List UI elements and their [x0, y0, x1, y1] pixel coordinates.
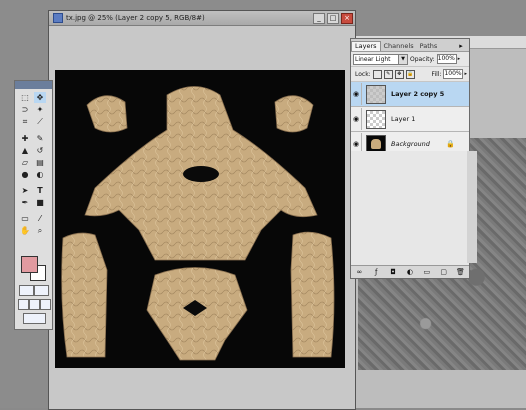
- screen-mode-full-menu-button[interactable]: [29, 299, 40, 310]
- path-select-icon[interactable]: ➤: [19, 185, 31, 196]
- fill-field[interactable]: 100%: [443, 69, 464, 79]
- eyedropper-icon[interactable]: ⁄: [34, 213, 46, 224]
- maximize-button[interactable]: □: [327, 12, 339, 24]
- right-leg-piece: [290, 231, 335, 358]
- type-icon[interactable]: T: [34, 185, 46, 196]
- opacity-field[interactable]: 100%: [436, 54, 457, 64]
- layer-thumbnail: [366, 109, 386, 129]
- document-titlebar[interactable]: tx.jpg @ 25% (Layer 2 copy 5, RGB/8#) _ …: [49, 11, 355, 26]
- screen-mode-full-button[interactable]: [40, 299, 51, 310]
- left-leg-piece: [61, 232, 108, 358]
- close-button[interactable]: ×: [341, 12, 353, 24]
- link-layers-icon[interactable]: ∞: [355, 268, 364, 276]
- trash-icon[interactable]: 🗑: [456, 268, 465, 276]
- layers-list-empty-area[interactable]: [351, 151, 477, 263]
- lock-position-icon[interactable]: ✥: [394, 69, 404, 79]
- healing-icon[interactable]: ✚: [19, 133, 31, 144]
- eye-icon[interactable]: ◉: [351, 83, 362, 105]
- layers-panel-footer: ∞ ƒ ◘ ◐ ▭ ▢ 🗑: [351, 265, 469, 278]
- eraser-icon[interactable]: ▱: [19, 157, 31, 168]
- adjustment-layer-icon[interactable]: ◐: [405, 268, 414, 276]
- eye-icon[interactable]: ◉: [351, 108, 362, 130]
- layer-row[interactable]: ◉ Layer 2 copy 5: [351, 82, 469, 107]
- stamp-icon[interactable]: ▲: [19, 145, 31, 156]
- new-group-icon[interactable]: ▭: [422, 268, 431, 276]
- notes-icon[interactable]: ▭: [19, 213, 31, 224]
- opacity-slider-icon[interactable]: ▸: [458, 56, 461, 62]
- panel-menu-icon[interactable]: ▸: [456, 42, 466, 51]
- right-ear-piece: [274, 95, 314, 133]
- dodge-icon[interactable]: ◐: [34, 169, 46, 180]
- lock-all-icon[interactable]: 🔒: [405, 69, 415, 79]
- layer-mask-icon[interactable]: ◘: [389, 268, 398, 276]
- layer-name: Background: [391, 140, 430, 148]
- magic-wand-icon[interactable]: ✦: [34, 104, 46, 115]
- panel-tab-bar: Layers Channels Paths ▸: [351, 39, 469, 52]
- tab-layers[interactable]: Layers: [351, 41, 381, 51]
- slice-icon[interactable]: ⟋: [34, 116, 46, 127]
- tools-panel: ⬚ ✥ ⊃ ✦ ⌗ ⟋ ✚ ✎ ▲ ↺ ▱ ▤ ● ◐ ➤ T ✒ ■ ▭ ⁄ …: [14, 80, 53, 330]
- quick-mask-button[interactable]: [34, 285, 49, 296]
- screen-mode-standard-button[interactable]: [18, 299, 29, 310]
- zoom-icon[interactable]: ⌕: [34, 225, 46, 236]
- tab-channels[interactable]: Channels: [381, 42, 417, 51]
- crop-icon[interactable]: ⌗: [19, 116, 31, 127]
- pen-icon[interactable]: ✒: [19, 197, 31, 208]
- standard-mode-button[interactable]: [19, 285, 34, 296]
- history-brush-icon[interactable]: ↺: [34, 145, 46, 156]
- lock-icon: 🔒: [446, 140, 455, 148]
- blur-icon[interactable]: ●: [19, 169, 31, 180]
- lock-transparent-icon[interactable]: [372, 69, 382, 79]
- layers-panel: Layers Channels Paths ▸ Linear Light ▼ O…: [350, 38, 477, 279]
- tools-panel-titlebar[interactable]: [15, 81, 52, 89]
- foreground-color-swatch[interactable]: [21, 256, 38, 273]
- document-window[interactable]: tx.jpg @ 25% (Layer 2 copy 5, RGB/8#) _ …: [48, 10, 356, 410]
- photoshop-doc-icon: [53, 13, 63, 23]
- move-icon[interactable]: ✥: [34, 92, 46, 103]
- blend-mode-select[interactable]: Linear Light ▼: [353, 53, 408, 65]
- opacity-label: Opacity:: [410, 55, 435, 63]
- shape-icon[interactable]: ■: [34, 197, 46, 208]
- hand-icon[interactable]: ✋: [19, 225, 31, 236]
- marquee-icon[interactable]: ⬚: [19, 92, 31, 103]
- blend-opacity-row: Linear Light ▼ Opacity: 100% ▸: [351, 52, 469, 67]
- layer-name: Layer 1: [391, 115, 416, 123]
- lock-fill-row: Lock: ✎ ✥ 🔒 Fill: 100% ▸: [351, 67, 469, 82]
- gradient-icon[interactable]: ▤: [34, 157, 46, 168]
- tab-paths[interactable]: Paths: [417, 42, 441, 51]
- minimize-button[interactable]: _: [313, 12, 325, 24]
- left-ear-piece: [86, 95, 128, 133]
- layer-thumbnail: [366, 84, 386, 104]
- texture-unwrap-image: [61, 86, 335, 361]
- image-canvas[interactable]: [55, 70, 345, 368]
- fill-label: Fill:: [431, 70, 442, 78]
- layer-row[interactable]: ◉ Layer 1: [351, 107, 469, 132]
- fill-slider-icon[interactable]: ▸: [464, 71, 467, 77]
- chevron-down-icon: ▼: [398, 54, 407, 64]
- document-title: tx.jpg @ 25% (Layer 2 copy 5, RGB/8#): [66, 14, 205, 22]
- lock-image-icon[interactable]: ✎: [383, 69, 393, 79]
- layer-style-icon[interactable]: ƒ: [372, 268, 381, 276]
- layer-name: Layer 2 copy 5: [391, 90, 445, 98]
- jump-to-imageready-button[interactable]: [23, 313, 46, 324]
- brush-icon[interactable]: ✎: [34, 133, 46, 144]
- lasso-icon[interactable]: ⊃: [19, 104, 31, 115]
- lock-label: Lock:: [355, 70, 371, 78]
- blend-mode-value: Linear Light: [355, 55, 391, 63]
- mouth-hole: [183, 166, 219, 182]
- new-layer-icon[interactable]: ▢: [439, 268, 448, 276]
